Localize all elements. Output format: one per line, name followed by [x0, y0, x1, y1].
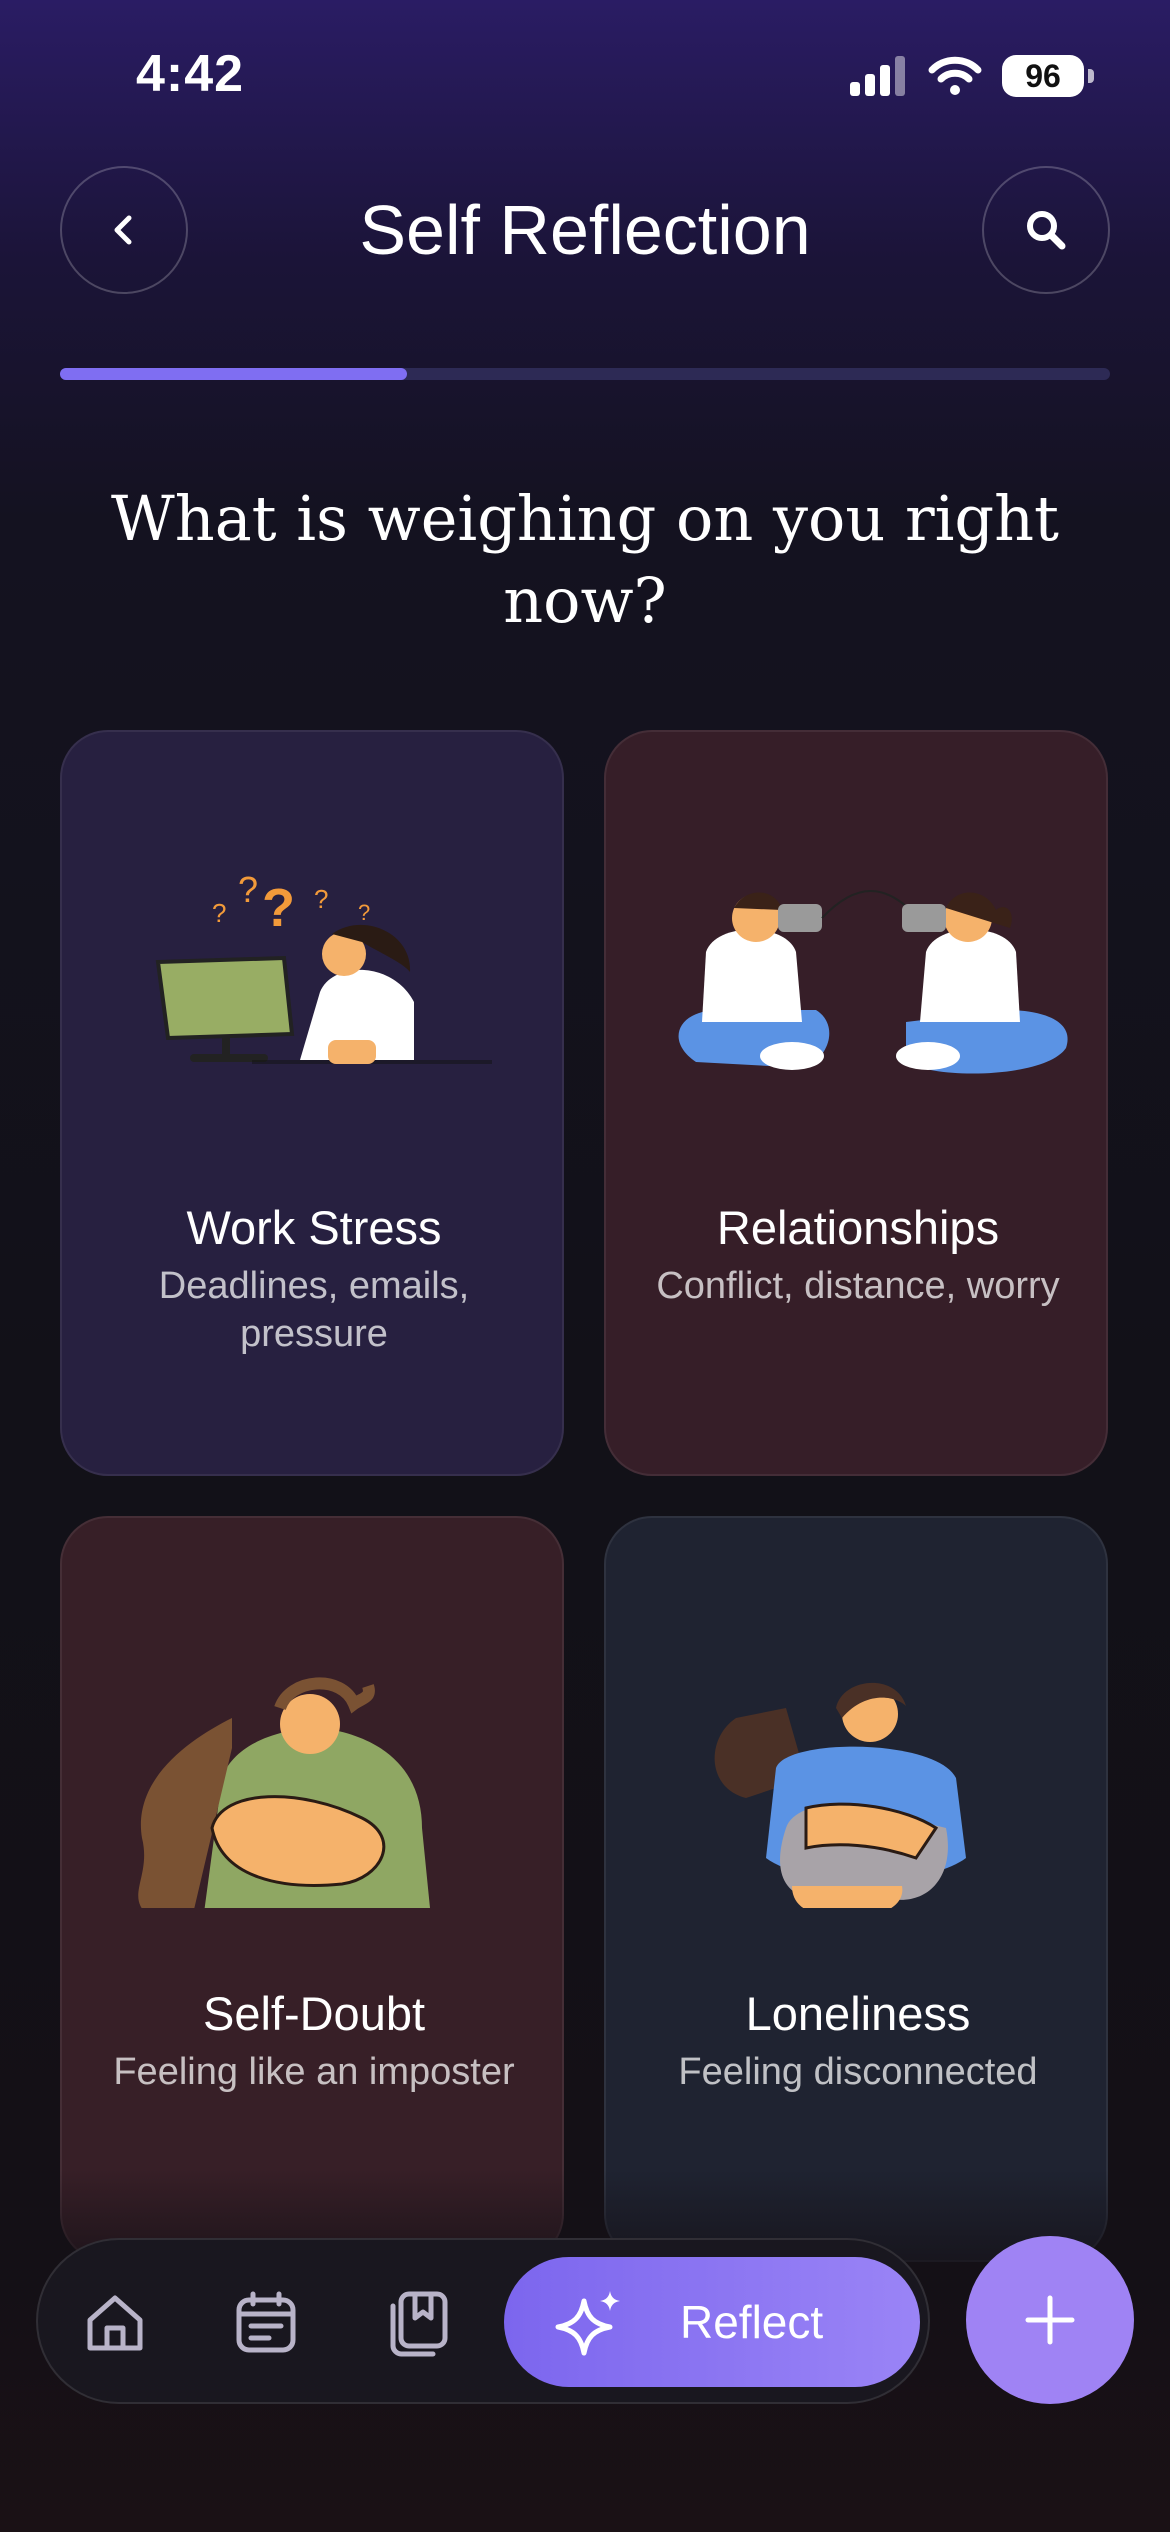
- home-icon: [87, 2295, 143, 2351]
- page-title: Self Reflection: [359, 191, 811, 269]
- card-loneliness[interactable]: Loneliness Feeling disconnected: [604, 1516, 1108, 2262]
- wifi-icon: [928, 56, 982, 95]
- card-title: Loneliness: [745, 1987, 971, 2040]
- chevron-left-icon: [114, 215, 132, 245]
- card-description: Feeling disconnected: [678, 2051, 1038, 2093]
- loneliness-illustration: [714, 1682, 966, 1908]
- signal-icon: [850, 56, 905, 96]
- add-button[interactable]: [966, 2236, 1134, 2404]
- bottom-nav: Reflect: [36, 2238, 930, 2404]
- status-time: 4:42: [136, 45, 245, 103]
- card-self-doubt[interactable]: Self-Doubt Feeling like an imposter: [60, 1516, 564, 2262]
- card-title: Self-Doubt: [202, 1987, 426, 2040]
- svg-text:?: ?: [358, 900, 370, 925]
- journal-tab[interactable]: [378, 2283, 458, 2363]
- reflect-button[interactable]: Reflect: [504, 2257, 920, 2387]
- back-button[interactable]: [60, 166, 188, 294]
- card-description: Feeling like an imposter: [113, 2051, 515, 2093]
- relationships-illustration: [678, 890, 1068, 1074]
- svg-text:?: ?: [212, 898, 226, 928]
- svg-text:?: ?: [238, 869, 258, 910]
- work-stress-illustration: ? ? ? ? ?: [155, 869, 492, 1064]
- home-tab[interactable]: [75, 2283, 155, 2363]
- self-doubt-illustration: [138, 1677, 430, 1908]
- progress-fill: [60, 368, 407, 380]
- card-title: Relationships: [716, 1201, 1000, 1254]
- sparkle-icon: [555, 2291, 620, 2356]
- card-description: Deadlines, emails, pressure: [158, 1265, 470, 1355]
- journal-icon: [390, 2291, 448, 2357]
- status-icons: 96: [850, 52, 1094, 100]
- card-description: Conflict, distance, worry: [656, 1265, 1060, 1307]
- calendar-icon: [236, 2291, 296, 2353]
- battery-indicator: 96: [1002, 55, 1094, 97]
- calendar-tab[interactable]: [226, 2283, 306, 2363]
- progress-bar: [60, 368, 1110, 380]
- svg-text:?: ?: [262, 878, 295, 938]
- card-work-stress[interactable]: ? ? ? ? ? Work Stress Deadlines, emails,…: [60, 730, 564, 1476]
- svg-text:?: ?: [314, 884, 328, 914]
- reflect-label: Reflect: [680, 2296, 824, 2348]
- plus-icon: [1025, 2295, 1075, 2345]
- card-relationships[interactable]: Relationships Conflict, distance, worry: [604, 730, 1108, 1476]
- search-button[interactable]: [982, 166, 1110, 294]
- card-title: Work Stress: [186, 1201, 442, 1254]
- search-icon: [1027, 211, 1066, 250]
- question-heading: What is weighing on you right now?: [111, 482, 1059, 637]
